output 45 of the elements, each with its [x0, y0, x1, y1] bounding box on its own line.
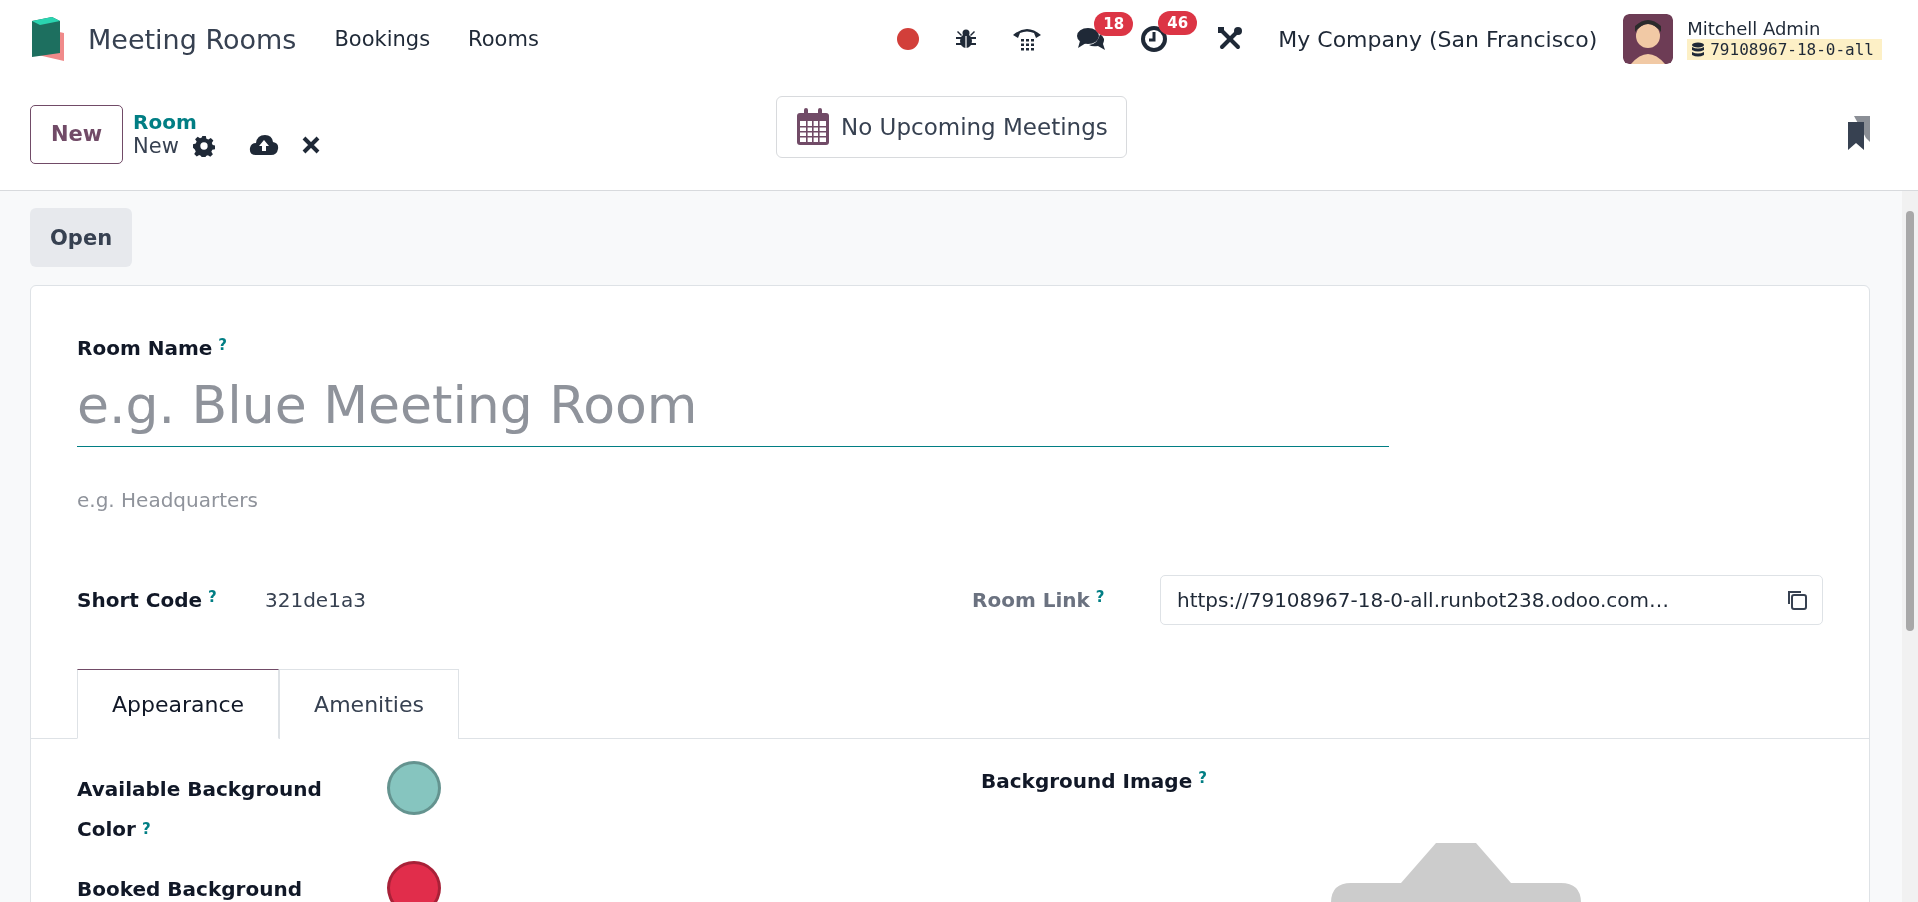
user-name[interactable]: Mitchell Admin — [1687, 18, 1882, 39]
room-name-field[interactable]: e.g. Blue Meeting Room — [77, 364, 1389, 447]
chat-icon[interactable] — [1076, 26, 1107, 52]
record-name: New — [133, 134, 179, 158]
color-swatch[interactable] — [387, 861, 441, 902]
database-name: 79108967-18-0-all — [1710, 40, 1874, 59]
notification-badge: 46 — [1158, 11, 1198, 35]
help-mark[interactable]: ? — [1095, 588, 1105, 606]
new-button[interactable]: New — [30, 104, 123, 164]
company-switcher[interactable]: My Company (San Francisco) — [1278, 26, 1598, 52]
recording-dot-icon[interactable] — [896, 27, 921, 51]
bookmark-icon[interactable] — [1846, 116, 1872, 150]
user-avatar[interactable] — [1623, 14, 1674, 64]
field-label: Booked Background — [77, 876, 303, 902]
field-label: Available Background Color ? — [77, 776, 323, 843]
field-label: Room Link — [972, 588, 1090, 612]
menu-item[interactable]: Rooms — [468, 27, 539, 51]
location-field[interactable]: e.g. Headquarters — [77, 485, 1389, 515]
color-swatch[interactable] — [387, 761, 441, 815]
upcoming-meetings-button[interactable]: No Upcoming Meetings — [776, 96, 1127, 158]
scrollbar[interactable] — [1902, 191, 1918, 902]
notification-badge: 18 — [1094, 12, 1134, 36]
tab[interactable]: Appearance — [77, 669, 280, 739]
help-mark[interactable]: ? — [208, 588, 217, 606]
close-icon[interactable] — [300, 135, 321, 155]
short-code-value: 321de1a3 — [265, 588, 366, 612]
copy-icon[interactable] — [1786, 589, 1808, 611]
settings-icon[interactable] — [192, 135, 215, 157]
room-link-field[interactable]: https://79108967-18-0-all.runbot238.odoo.com… — [1160, 575, 1823, 625]
bug-icon[interactable] — [954, 27, 979, 51]
database-icon — [1691, 41, 1706, 58]
menu-item[interactable]: Bookings — [334, 27, 431, 51]
breadcrumb-link[interactable]: Room — [133, 110, 215, 134]
open-button[interactable]: Open — [30, 208, 133, 267]
cloud-upload-icon[interactable] — [248, 133, 279, 157]
clock-icon[interactable] — [1140, 25, 1169, 53]
field-label: Background Image — [981, 769, 1193, 793]
help-mark[interactable]: ? — [218, 336, 228, 354]
app-name[interactable]: Meeting Rooms — [88, 23, 297, 55]
field-label: Room Name — [77, 336, 213, 360]
app-logo[interactable] — [30, 17, 66, 61]
tab[interactable]: Amenities — [279, 669, 459, 739]
help-mark[interactable]: ? — [1198, 769, 1207, 787]
calendar-icon — [795, 107, 831, 147]
field-label: Short Code — [77, 588, 203, 612]
